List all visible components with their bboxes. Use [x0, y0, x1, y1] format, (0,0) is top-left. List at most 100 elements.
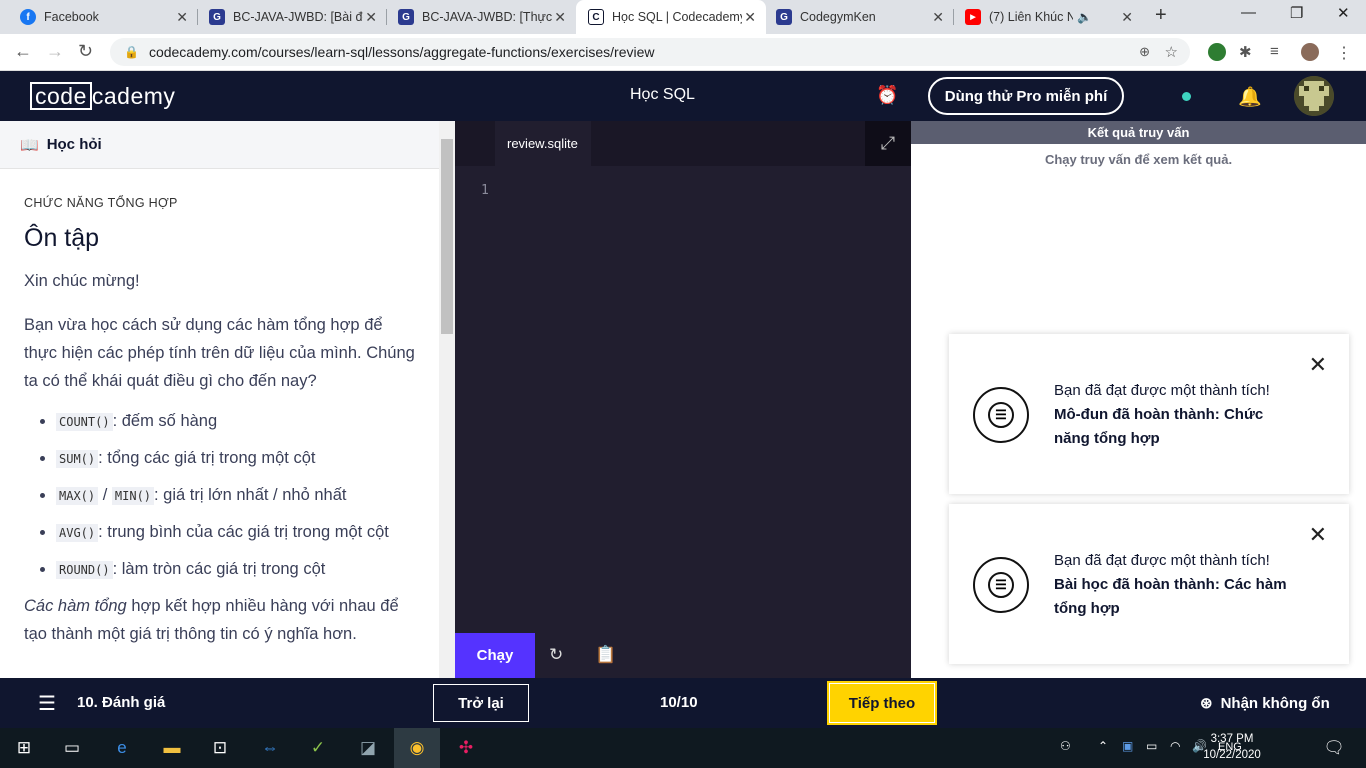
browser-tab-codegymken[interactable]: G CodegymKen ✕	[764, 0, 954, 34]
try-pro-button[interactable]: Dùng thử Pro miễn phí	[928, 77, 1124, 115]
task-view-icon[interactable]: ▭	[60, 736, 84, 760]
browser-tab-codegym-2[interactable]: G BC-JAVA-JWBD: [Thực h ✕	[386, 0, 576, 34]
new-tab-button[interactable]: +	[1155, 4, 1167, 27]
current-lesson-name[interactable]: 10. Đánh giá	[77, 694, 165, 711]
list-item-text: : giá trị lớn nhất / nhỏ nhất	[154, 486, 347, 504]
translate-icon[interactable]: ⊕	[1139, 44, 1150, 60]
restore-icon[interactable]: ❐	[1290, 4, 1303, 22]
code-snippet: COUNT()	[56, 413, 113, 431]
query-results-placeholder: Chạy truy vấn để xem kết quả.	[1044, 152, 1233, 167]
lock-icon: 🔒	[124, 45, 139, 59]
notification-icon[interactable]: 🗨	[1322, 736, 1346, 760]
codecademy-icon: C	[588, 9, 604, 25]
results-panel: Kết quả truy vấn Chạy truy vấn để xem kế…	[911, 121, 1366, 678]
profile-avatar[interactable]	[1301, 43, 1319, 61]
close-icon[interactable]: ✕	[932, 9, 944, 26]
file-explorer-icon[interactable]: ▬	[160, 736, 184, 760]
people-icon[interactable]: ⚇	[1060, 739, 1071, 753]
logo-text: cademy	[91, 82, 176, 109]
lesson-title: Ôn tập	[24, 224, 100, 252]
reset-icon[interactable]: ↻	[549, 645, 563, 665]
codecademy-logo[interactable]: code cademy	[30, 82, 175, 110]
close-icon[interactable]: ✕	[176, 9, 188, 26]
achievement-badge-icon: ☰	[973, 387, 1029, 443]
browser-tab-codegym-1[interactable]: G BC-JAVA-JWBD: [Bài đọ ✕	[197, 0, 387, 34]
wifi-icon[interactable]: ◠	[1170, 739, 1180, 753]
menu-icon[interactable]: ☰	[38, 691, 56, 716]
clock-date: 10/22/2020	[1203, 749, 1261, 761]
bookmark-star-icon[interactable]: ☆	[1165, 43, 1178, 61]
exercise-progress: 10/10	[660, 694, 698, 711]
clipboard-icon[interactable]: 📋	[595, 645, 616, 665]
function-list: COUNT(): đếm số hàng SUM(): tổng các giá…	[24, 407, 416, 584]
chrome-icon[interactable]: ◉	[405, 736, 429, 760]
lesson-congrats: Xin chúc mừng!	[24, 272, 140, 290]
clock-time: 3:37 PM	[1210, 733, 1254, 745]
extension-icon[interactable]	[1208, 43, 1226, 61]
lesson-footer: ☰ 10. Đánh giá Trở lại 10/10 Tiếp theo ⊛…	[0, 678, 1366, 728]
tab-title: BC-JAVA-JWBD: [Thực h	[422, 10, 552, 24]
list-item: AVG(): trung bình của các giá trị trong …	[56, 518, 416, 547]
puzzle-extensions-icon[interactable]: ✱	[1239, 43, 1257, 61]
speaker-icon[interactable]: 🔈	[1077, 10, 1092, 24]
reload-icon[interactable]: ↻	[78, 41, 93, 62]
close-icon[interactable]: ✕	[1121, 9, 1133, 26]
close-icon[interactable]: ✕	[365, 9, 377, 26]
media-control-icon[interactable]: ≡	[1270, 43, 1288, 61]
browser-toolbar: ← → ↻ 🔒 codecademy.com/courses/learn-sql…	[0, 34, 1366, 71]
lesson-kicker: CHỨC NĂNG TỔNG HỢP	[24, 196, 178, 210]
browser-menu-icon[interactable]: ⋮	[1336, 43, 1354, 62]
list-item-text: : trung bình của các giá trị trong một c…	[98, 523, 389, 541]
line-number: 1	[481, 183, 489, 198]
scrollbar-thumb[interactable]	[441, 139, 453, 334]
browser-tab-youtube[interactable]: ▶ (7) Liên Khúc Nhạc 🔈 ✕	[953, 0, 1143, 34]
bell-icon[interactable]: 🔔	[1238, 85, 1262, 109]
help-lifebuoy-icon: ⊛	[1200, 695, 1213, 712]
code-editor[interactable]: review.sqlite ⤢ 1	[455, 121, 911, 633]
facebook-icon: f	[20, 9, 36, 25]
sql-tool-icon[interactable]: ◪	[356, 736, 380, 760]
windows-start-icon[interactable]: ⊞	[12, 736, 36, 760]
close-icon[interactable]: ✕	[554, 9, 566, 26]
toast-line1: Bạn đã đạt được một thành tích!	[1054, 552, 1270, 569]
list-item-text: : tổng các giá trị trong một cột	[98, 449, 316, 467]
edge-icon[interactable]: e	[110, 736, 134, 760]
close-icon[interactable]: ✕	[744, 9, 756, 26]
codegym-icon: G	[776, 9, 792, 25]
achievement-toast: ☰ Bạn đã đạt được một thành tích! Mô-đun…	[949, 334, 1349, 494]
address-bar[interactable]: 🔒 codecademy.com/courses/learn-sql/lesso…	[110, 38, 1190, 66]
teamviewer-icon[interactable]: ⇔	[258, 736, 282, 760]
back-arrow-icon[interactable]: ←	[14, 41, 32, 62]
slack-icon[interactable]: ✣	[454, 736, 478, 760]
alarm-clock-icon[interactable]: ⏰	[876, 85, 898, 106]
minimize-icon[interactable]: —	[1241, 4, 1256, 21]
code-snippet: AVG()	[56, 524, 99, 542]
battery-icon[interactable]: ▭	[1146, 739, 1157, 753]
toast-line1: Bạn đã đạt được một thành tích!	[1054, 382, 1270, 399]
window-close-icon[interactable]: ✕	[1337, 4, 1350, 22]
taskbar-clock[interactable]: 3:37 PM 10/22/2020	[1198, 731, 1266, 763]
achievement-toast: ☰ Bạn đã đạt được một thành tích! Bài họ…	[949, 504, 1349, 664]
tray-app-icon[interactable]: ▣	[1122, 739, 1133, 753]
expand-icon[interactable]: ⤢	[865, 121, 911, 166]
close-icon[interactable]: ✕	[1309, 522, 1327, 548]
forward-arrow-icon[interactable]: →	[46, 41, 64, 62]
run-button[interactable]: Chạy	[455, 633, 535, 678]
next-button[interactable]: Tiếp theo	[827, 681, 937, 725]
file-tab[interactable]: review.sqlite	[495, 121, 591, 166]
list-item: SUM(): tổng các giá trị trong một cột	[56, 444, 416, 473]
learn-tab[interactable]: 📖 Học hỏi	[0, 121, 455, 169]
user-avatar[interactable]	[1294, 76, 1334, 116]
get-help-button[interactable]: ⊛ Nhận không ổn	[1200, 694, 1330, 713]
browser-tab-facebook[interactable]: f Facebook ✕	[8, 0, 198, 34]
list-item-text: : đếm số hàng	[112, 412, 218, 430]
chevron-up-icon[interactable]: ⌃	[1098, 739, 1108, 753]
windows-taskbar: ⊞ ▭ e ▬ ⊡ ⇔ ✓ ◪ ◉ ✣ ⚇ ⌃ ▣ ▭ ◠ 🔊 ENG 3:37…	[0, 728, 1366, 768]
separator-text: /	[98, 486, 112, 504]
close-icon[interactable]: ✕	[1309, 352, 1327, 378]
store-icon[interactable]: ⊡	[208, 736, 232, 760]
back-button[interactable]: Trở lại	[433, 684, 529, 722]
lesson-outro: Các hàm tổng hợp kết hợp nhiều hàng với …	[24, 592, 416, 648]
browser-tab-codecademy[interactable]: C Học SQL | Codecademy ✕	[576, 0, 766, 34]
app-icon[interactable]: ✓	[306, 736, 330, 760]
